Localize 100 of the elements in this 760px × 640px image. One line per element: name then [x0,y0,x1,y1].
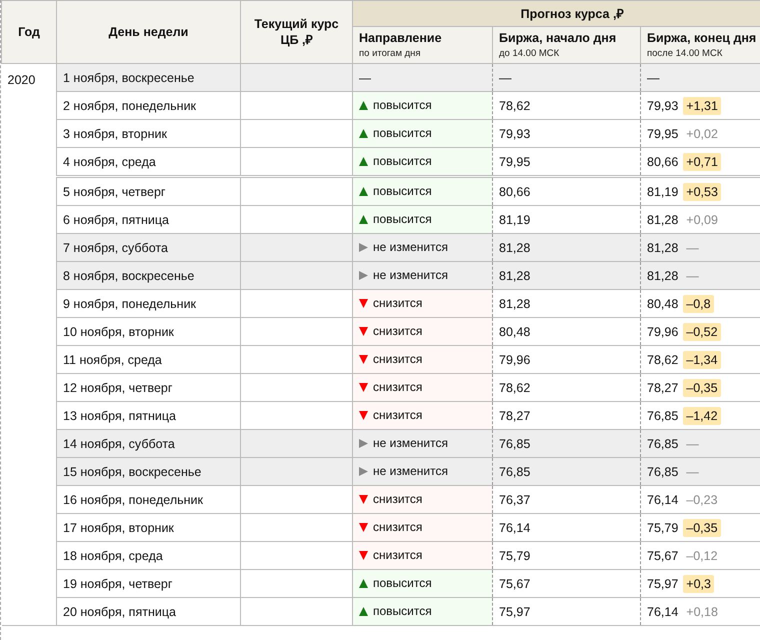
end-rate: 76,85 [647,408,678,422]
year-cell: 2020 [2,64,56,626]
end-rate: 76,14 [647,492,678,506]
direction-label: снизится [373,352,422,366]
down-triangle-icon [359,494,368,504]
direction-label: повысится [373,576,432,590]
day-cell: 20 ноября, пятница [56,598,240,626]
day-cell: 9 ноября, понедельник [56,290,240,318]
right-triangle-icon [359,242,368,252]
start-rate-cell: 79,93 [492,120,640,148]
start-rate-cell: 80,48 [492,318,640,346]
change-value: –0,52 [683,322,721,340]
end-rate: 75,67 [647,548,678,562]
day-cell: 18 ноября, среда [56,542,240,570]
start-rate-cell: 75,79 [492,542,640,570]
change-value: — [685,240,700,256]
day-cell: 6 ноября, пятница [56,206,240,234]
start-rate-cell: 79,96 [492,346,640,374]
end-rate: 79,96 [647,324,678,338]
start-rate-cell: 78,27 [492,402,640,430]
day-cell: 5 ноября, четверг [56,176,240,206]
direction-label: не изменится [373,268,448,282]
end-rate: 76,14 [647,604,678,618]
day-cell: 15 ноября, воскресенье [56,458,240,486]
day-cell: 17 ноября, вторник [56,514,240,542]
direction-label: снизится [373,380,422,394]
day-cell: 8 ноября, воскресенье [56,262,240,290]
end-rate: 75,97 [647,576,678,590]
up-triangle-icon [359,606,368,616]
direction-label: снизится [373,492,422,506]
up-triangle-icon [359,100,368,110]
column-header: Текущий курс ЦБ ,₽ [240,0,352,64]
day-cell: 11 ноября, среда [56,346,240,374]
direction-label: снизится [373,324,422,338]
direction-label: повысится [373,604,432,618]
end-rate: 75,79 [647,520,678,534]
change-value: –0,8 [683,294,714,312]
down-triangle-icon [359,382,368,392]
day-cell: 12 ноября, четверг [56,374,240,402]
direction-label: повысится [373,98,432,112]
direction-label: повысится [373,126,432,140]
start-rate-cell: 81,28 [492,262,640,290]
change-value: –1,42 [683,406,721,424]
start-rate-cell: 76,85 [492,458,640,486]
day-cell: 10 ноября, вторник [56,318,240,346]
down-triangle-icon [359,354,368,364]
direction-label: повысится [373,212,432,226]
start-rate-cell: 80,66 [492,176,640,206]
end-rate: — [647,70,660,84]
start-rate-cell: — [492,64,640,92]
day-cell: 16 ноября, понедельник [56,486,240,514]
change-value: — [685,268,700,284]
end-rate: 78,62 [647,352,678,366]
change-value: –0,35 [683,518,721,536]
start-rate-cell: 76,85 [492,430,640,458]
end-rate: 80,48 [647,296,678,310]
right-triangle-icon [359,466,368,476]
column-header: Биржа, конец дня после 14.00 МСК [640,26,760,64]
direction-label: снизится [373,408,422,422]
down-triangle-icon [359,522,368,532]
right-triangle-icon [359,270,368,280]
start-rate-cell: 76,37 [492,486,640,514]
start-rate-cell: 78,62 [492,374,640,402]
column-header: Направление по итогам дня [352,26,492,64]
change-value: — [685,464,700,480]
day-cell: 19 ноября, четверг [56,570,240,598]
up-triangle-icon [359,156,368,166]
change-value: +0,02 [685,126,719,142]
end-rate: 81,28 [647,240,678,254]
direction-label: снизится [373,520,422,534]
change-value: –0,35 [683,378,721,396]
day-cell: 14 ноября, суббота [56,430,240,458]
day-cell: 13 ноября, пятница [56,402,240,430]
up-triangle-icon [359,128,368,138]
up-triangle-icon [359,214,368,224]
end-rate: 76,85 [647,436,678,450]
up-triangle-icon [359,186,368,196]
end-rate: 79,93 [647,98,678,112]
end-rate: 81,19 [647,184,678,198]
direction-label: не изменится [373,464,448,478]
change-value: +0,3 [683,574,714,592]
end-rate: 81,28 [647,212,678,226]
end-rate: 81,28 [647,268,678,282]
start-rate-cell: 81,28 [492,290,640,318]
end-rate: 79,95 [647,126,678,140]
start-rate-cell: 78,62 [492,92,640,120]
start-rate-cell: 75,97 [492,598,640,626]
change-value: +0,53 [683,182,721,200]
end-rate: 76,85 [647,464,678,478]
direction-label: не изменится [373,240,448,254]
column-header: День недели [56,0,240,64]
down-triangle-icon [359,550,368,560]
down-triangle-icon [359,298,368,308]
down-triangle-icon [359,410,368,420]
end-rate: 78,27 [647,380,678,394]
change-value: +0,09 [685,212,719,228]
change-value: — [685,436,700,452]
start-rate-cell: 81,19 [492,206,640,234]
direction-label: не изменится [373,436,448,450]
end-rate: 80,66 [647,154,678,168]
